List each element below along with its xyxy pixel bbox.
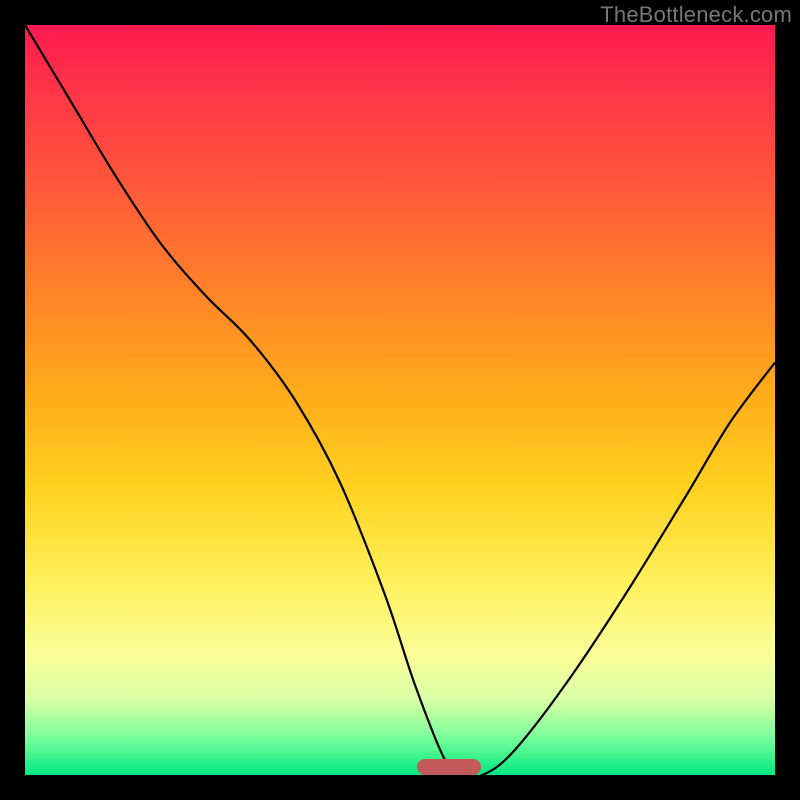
chart-container: TheBottleneck.com <box>0 0 800 800</box>
watermark-text: TheBottleneck.com <box>600 2 792 28</box>
plot-area <box>25 25 775 775</box>
bottleneck-curve <box>25 25 775 775</box>
optimal-marker <box>417 759 481 775</box>
